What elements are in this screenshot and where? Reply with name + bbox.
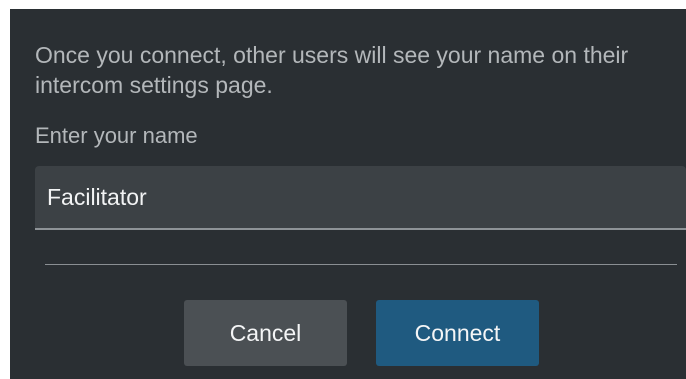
- connect-dialog: Once you connect, other users will see y…: [10, 9, 686, 379]
- divider: [45, 264, 677, 265]
- name-field-label: Enter your name: [35, 123, 198, 148]
- name-input[interactable]: [35, 166, 686, 230]
- connect-button[interactable]: Connect: [376, 300, 539, 366]
- cancel-button[interactable]: Cancel: [184, 300, 347, 366]
- dialog-description: Once you connect, other users will see y…: [35, 42, 629, 98]
- screen: Once you connect, other users will see y…: [0, 0, 686, 379]
